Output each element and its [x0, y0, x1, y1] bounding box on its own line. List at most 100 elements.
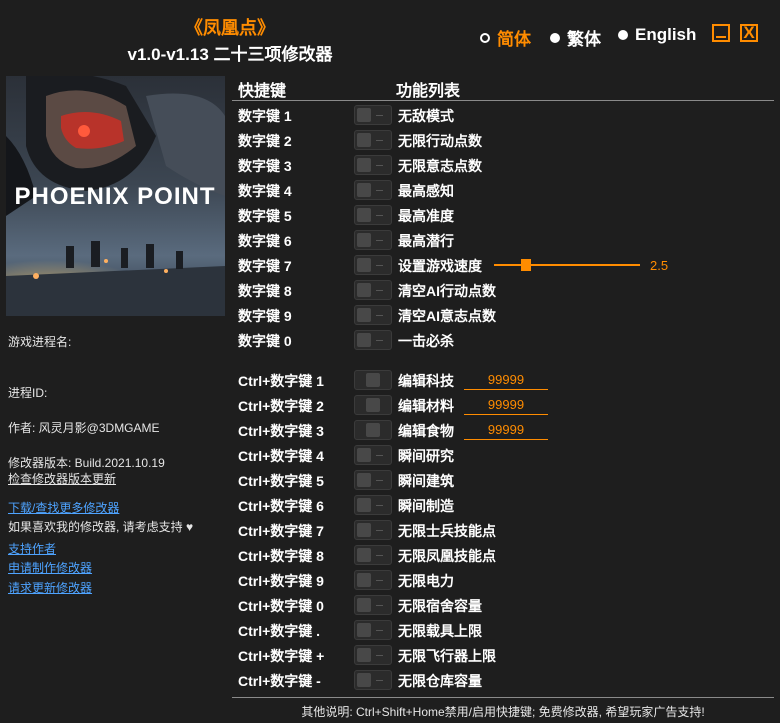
close-icon[interactable]: X [740, 24, 758, 42]
function-label: 无限宿舍容量 [398, 598, 482, 614]
toggle-track-mark [376, 240, 383, 241]
option-toggle[interactable] [354, 230, 392, 250]
apply-button[interactable] [354, 420, 392, 440]
footer-note: 其他说明: Ctrl+Shift+Home禁用/启用快捷键; 免费修改器, 希望… [301, 705, 705, 719]
process-id-label: 进程ID: [8, 386, 48, 400]
option-row: Ctrl+数字键 4 瞬间研究 [238, 443, 778, 468]
value-input[interactable] [464, 420, 548, 440]
request-update-link[interactable]: 请求更新修改器 [8, 579, 92, 596]
hotkey-label: Ctrl+数字键 1 [238, 373, 324, 389]
slider-thumb[interactable] [521, 259, 531, 271]
toggle-track-mark [376, 165, 383, 166]
toggle-track-mark [376, 455, 383, 456]
option-toggle[interactable] [354, 645, 392, 665]
option-toggle[interactable] [354, 205, 392, 225]
value-input[interactable] [464, 370, 548, 390]
value-input[interactable] [464, 395, 548, 415]
check-update-link[interactable]: 检查修改器版本更新 [8, 470, 116, 487]
option-row: 数字键 9 清空AI意志点数 [238, 303, 778, 328]
option-toggle[interactable] [354, 545, 392, 565]
hotkey-label: Ctrl+数字键 7 [238, 523, 324, 539]
lang-simplified-label: 简体 [497, 30, 531, 49]
option-toggle[interactable] [354, 155, 392, 175]
minimize-icon[interactable] [712, 24, 730, 42]
option-toggle[interactable] [354, 495, 392, 515]
hotkey-label: 数字键 0 [238, 333, 292, 349]
option-row: 数字键 3 无限意志点数 [238, 153, 778, 178]
process-name-label: 游戏进程名: [8, 335, 72, 349]
toggle-track-mark [376, 530, 383, 531]
version-text: 修改器版本: Build.2021.10.19 [8, 456, 165, 470]
slider-track [494, 264, 640, 266]
option-row: 数字键 6 最高潜行 [238, 228, 778, 253]
toggle-track-mark [376, 505, 383, 506]
support-message: 如果喜欢我的修改器, 请考虑支持 ♥ [8, 518, 193, 535]
toggle-knob [357, 648, 371, 662]
lang-traditional[interactable]: 繁体 [550, 25, 601, 50]
option-row: Ctrl+数字键 9 无限电力 [238, 568, 778, 593]
option-toggle[interactable] [354, 595, 392, 615]
download-more-link[interactable]: 下载/查找更多修改器 [8, 499, 119, 516]
function-label: 无限仓库容量 [398, 673, 482, 689]
option-toggle[interactable] [354, 470, 392, 490]
apply-button[interactable] [354, 370, 392, 390]
option-row: 数字键 2 无限行动点数 [238, 128, 778, 153]
toggle-knob [357, 573, 371, 587]
function-label: 最高潜行 [398, 233, 454, 249]
apply-button[interactable] [354, 395, 392, 415]
option-row: Ctrl+数字键 7 无限士兵技能点 [238, 518, 778, 543]
hotkey-label: 数字键 2 [238, 133, 292, 149]
toggle-knob [357, 448, 371, 462]
option-toggle[interactable] [354, 670, 392, 690]
hotkey-label: Ctrl+数字键 2 [238, 398, 324, 414]
toggle-knob [357, 673, 371, 687]
option-toggle[interactable] [354, 255, 392, 275]
function-label: 无敌模式 [398, 108, 454, 124]
hotkey-label: 数字键 1 [238, 108, 292, 124]
function-label: 瞬间制造 [398, 498, 454, 514]
toggle-knob [357, 473, 371, 487]
hotkey-label: 数字键 7 [238, 258, 292, 274]
support-author-link[interactable]: 支持作者 [8, 540, 56, 557]
function-label: 最高感知 [398, 183, 454, 199]
option-toggle[interactable] [354, 130, 392, 150]
lang-simplified[interactable]: 简体 [480, 25, 531, 50]
option-row: Ctrl+数字键 8 无限凤凰技能点 [238, 543, 778, 568]
hotkey-label: Ctrl+数字键 - [238, 673, 321, 689]
option-toggle[interactable] [354, 620, 392, 640]
option-toggle[interactable] [354, 570, 392, 590]
option-row: Ctrl+数字键 6 瞬间制造 [238, 493, 778, 518]
option-row: Ctrl+数字键 0 无限宿舍容量 [238, 593, 778, 618]
option-row: Ctrl+数字键 . 无限载具上限 [238, 618, 778, 643]
toggle-knob [357, 283, 371, 297]
option-row: Ctrl+数字键 + 无限飞行器上限 [238, 643, 778, 668]
option-toggle[interactable] [354, 330, 392, 350]
radio-icon [480, 32, 490, 43]
toggle-track-mark [376, 290, 383, 291]
hotkey-label: 数字键 9 [238, 308, 292, 324]
lang-english[interactable]: English [618, 25, 696, 45]
option-row: Ctrl+数字键 3 编辑食物 [238, 418, 778, 443]
toggle-knob [357, 333, 371, 347]
toggle-track-mark [376, 655, 383, 656]
hotkey-label: 数字键 3 [238, 158, 292, 174]
hotkey-label: Ctrl+数字键 8 [238, 548, 324, 564]
cover-art: PHOENIX POINT [6, 76, 225, 316]
game-speed-slider[interactable] [494, 257, 640, 273]
toggle-track-mark [376, 140, 383, 141]
option-toggle[interactable] [354, 305, 392, 325]
toggle-knob [357, 158, 371, 172]
hotkey-label: Ctrl+数字键 3 [238, 423, 324, 439]
toggle-knob [357, 623, 371, 637]
function-label: 无限凤凰技能点 [398, 548, 496, 564]
option-row: 数字键 8 清空AI行动点数 [238, 278, 778, 303]
option-toggle[interactable] [354, 105, 392, 125]
option-toggle[interactable] [354, 280, 392, 300]
option-toggle[interactable] [354, 520, 392, 540]
option-toggle[interactable] [354, 445, 392, 465]
request-trainer-link[interactable]: 申请制作修改器 [8, 559, 92, 576]
hotkey-label: Ctrl+数字键 + [238, 648, 325, 664]
lang-traditional-label: 繁体 [567, 30, 601, 49]
option-toggle[interactable] [354, 180, 392, 200]
button-knob [366, 398, 380, 412]
